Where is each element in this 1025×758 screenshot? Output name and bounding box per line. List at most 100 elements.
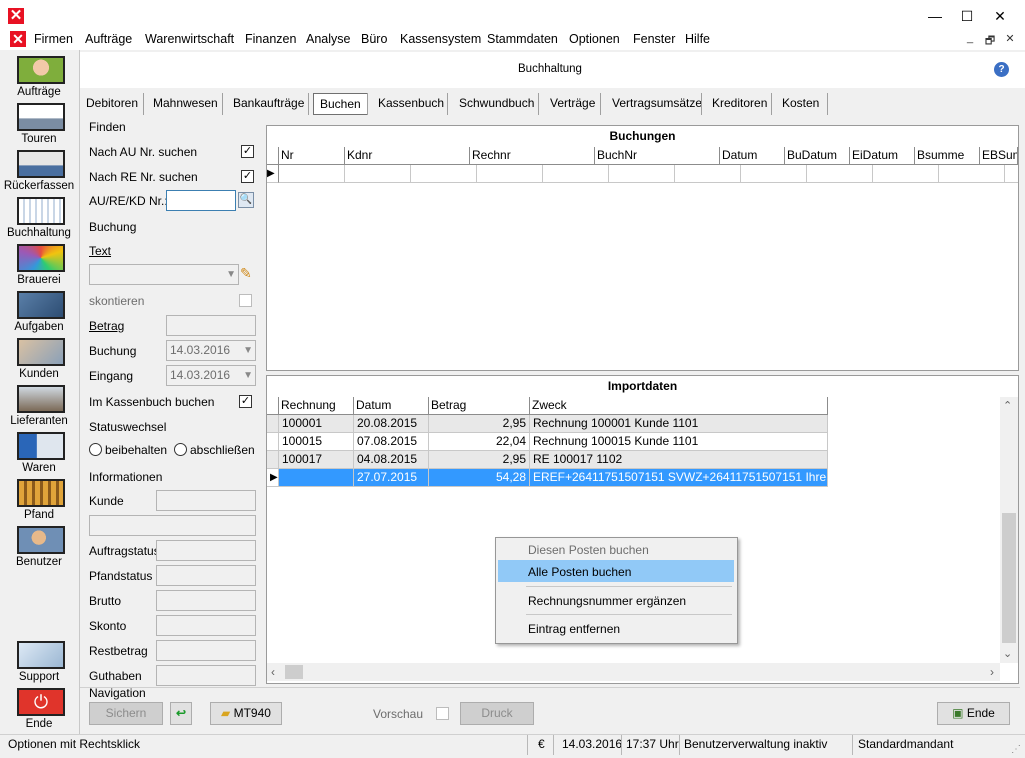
tab-kassenbuch[interactable]: Kassenbuch [372, 93, 450, 115]
column-header[interactable]: EBSum [980, 147, 1018, 165]
table-row[interactable]: 100001 20.08.2015 2,95 Rechnung 100001 K… [267, 415, 828, 433]
sidebar-item-support[interactable]: Support [0, 637, 78, 684]
ctx-item-diesen-posten[interactable]: Diesen Posten buchen [528, 543, 649, 557]
help-icon[interactable]: ? [994, 62, 1009, 77]
tab-vertragsumsaetze[interactable]: Vertragsumsätze [606, 93, 708, 115]
tab-mahnwesen[interactable]: Mahnwesen [147, 93, 224, 115]
skontieren-checkbox[interactable] [239, 294, 252, 307]
horizontal-scrollbar[interactable] [267, 663, 1000, 681]
vorschau-checkbox[interactable] [436, 707, 449, 720]
sidebar-item-benutzer[interactable]: Benutzer [0, 522, 78, 569]
column-header[interactable]: Kdnr [345, 147, 470, 165]
lookup-icon[interactable]: 🔍 [238, 192, 254, 208]
sidebar-item-brauerei[interactable]: Brauerei [0, 240, 78, 287]
app-icon[interactable]: ✕ [8, 8, 24, 24]
betrag-field[interactable] [166, 315, 256, 336]
buchung-date-picker[interactable]: 14.03.2016 ▼ [166, 340, 256, 361]
sidebar-item-kunden[interactable]: Kunden [0, 334, 78, 381]
abschliessen-radio[interactable] [174, 443, 187, 456]
menu-auftraege[interactable]: Aufträge [85, 32, 132, 46]
scroll-left-icon[interactable]: ‹ [271, 665, 275, 679]
scroll-right-icon[interactable]: › [990, 665, 994, 679]
text-combo[interactable]: ▼ [89, 264, 239, 285]
column-header[interactable]: Rechnr [470, 147, 595, 165]
sidebar-item-ende[interactable]: ⏻ Ende [0, 684, 78, 731]
menu-firmen[interactable]: Firmen [34, 32, 73, 46]
scrollbar-thumb[interactable] [285, 665, 303, 679]
column-header[interactable]: Bsumme [915, 147, 980, 165]
sidebar-item-touren[interactable]: Touren [0, 99, 78, 146]
tab-bankauftraege[interactable]: Bankaufträge [227, 93, 310, 115]
ctx-item-rechnungsnummer[interactable]: Rechnungsnummer ergänzen [528, 594, 686, 608]
column-header[interactable]: Betrag [429, 397, 530, 415]
title-bar [0, 0, 1025, 30]
tab-buchen[interactable]: Buchen [313, 93, 368, 115]
mt940-button[interactable]: ▰ MT940 [210, 702, 282, 725]
druck-button[interactable]: Druck [460, 702, 534, 725]
tab-kosten[interactable]: Kosten [776, 93, 825, 115]
ende-button[interactable]: ▣ Ende [937, 702, 1010, 725]
table-row[interactable]: 100017 04.08.2015 2,95 RE 100017 1102 [267, 451, 828, 469]
undo-icon[interactable]: ↩ [170, 702, 192, 725]
sidebar-item-aufgaben[interactable]: Aufgaben [0, 287, 78, 334]
sichern-button[interactable]: Sichern [89, 702, 163, 725]
column-header[interactable]: Datum [720, 147, 785, 165]
resize-grip-icon[interactable]: ⋰ [1011, 744, 1021, 755]
column-header[interactable]: Zweck [530, 397, 828, 415]
tab-vertraege[interactable]: Verträge [544, 93, 601, 115]
beibehalten-radio[interactable] [89, 443, 102, 456]
au-search-checkbox[interactable]: ✓ [241, 145, 254, 158]
scroll-down-icon[interactable]: ⌄ [1003, 647, 1012, 660]
navigation-group-title: Navigation [89, 686, 146, 700]
menu-optionen[interactable]: Optionen [569, 32, 620, 46]
table-row[interactable]: 100015 07.08.2015 22,04 Rechnung 100015 … [267, 433, 828, 451]
sidebar-item-rueckerfassen[interactable]: Rückerfassen [0, 146, 78, 193]
ctx-item-eintrag-entfernen[interactable]: Eintrag entfernen [528, 622, 620, 636]
column-header[interactable]: Rechnung [279, 397, 354, 415]
minimize-button[interactable]: — [917, 4, 953, 28]
search-number-input[interactable] [166, 190, 236, 211]
exit-icon: ▣ [952, 706, 967, 720]
menu-stammdaten[interactable]: Stammdaten [487, 32, 558, 46]
mdi-minimize-button[interactable]: _ [962, 32, 978, 48]
menu-finanzen[interactable]: Finanzen [245, 32, 296, 46]
module-title: Buchhaltung [518, 63, 582, 75]
tab-schwundbuch[interactable]: Schwundbuch [453, 93, 540, 115]
re-search-checkbox[interactable]: ✓ [241, 170, 254, 183]
pencil-icon[interactable]: ✎ [240, 265, 252, 282]
sidebar-item-waren[interactable]: Waren [0, 428, 78, 475]
menu-hilfe[interactable]: Hilfe [685, 32, 710, 46]
sidebar-item-buchhaltung[interactable]: Buchhaltung [0, 193, 78, 240]
sidebar-item-lieferanten[interactable]: Lieferanten [0, 381, 78, 428]
column-header[interactable]: EiDatum [850, 147, 915, 165]
column-header[interactable]: BuDatum [785, 147, 850, 165]
menu-warenwirtschaft[interactable]: Warenwirtschaft [145, 32, 234, 46]
new-row[interactable] [279, 165, 1018, 183]
menu-fenster[interactable]: Fenster [633, 32, 675, 46]
scrollbar-thumb[interactable] [1002, 513, 1016, 643]
headset-icon [17, 56, 65, 84]
mdi-restore-button[interactable]: 🗗 [982, 32, 998, 48]
eingang-date-picker[interactable]: 14.03.2016 ▼ [166, 365, 256, 386]
restbetrag-field [156, 640, 256, 661]
menu-app-icon[interactable]: ✕ [10, 31, 26, 47]
menu-analyse[interactable]: Analyse [306, 32, 350, 46]
column-header[interactable]: Datum [354, 397, 429, 415]
scroll-up-icon[interactable]: ⌃ [1003, 399, 1012, 412]
sidebar-item-pfand[interactable]: Pfand [0, 475, 78, 522]
menu-buero[interactable]: Büro [361, 32, 387, 46]
handshake-icon [17, 641, 65, 669]
table-row-selected[interactable]: ▶ 27.07.2015 54,28 EREF+26411751507151 S… [267, 469, 828, 487]
column-header[interactable]: Nr [279, 147, 345, 165]
tab-debitoren[interactable]: Debitoren [80, 93, 144, 115]
menu-kassensystem[interactable]: Kassensystem [400, 32, 481, 46]
tab-kreditoren[interactable]: Kreditoren [706, 93, 773, 115]
kassenbuch-checkbox[interactable]: ✓ [239, 395, 252, 408]
mdi-close-button[interactable]: ✕ [1002, 32, 1018, 48]
sidebar-item-auftraege[interactable]: Aufträge [0, 52, 78, 99]
maximize-button[interactable]: ☐ [949, 4, 985, 28]
kassenbuch-label: Im Kassenbuch buchen [89, 395, 215, 409]
ctx-item-alle-posten[interactable]: Alle Posten buchen [528, 565, 631, 579]
close-button[interactable]: ✕ [982, 4, 1018, 28]
column-header[interactable]: BuchNr [595, 147, 720, 165]
